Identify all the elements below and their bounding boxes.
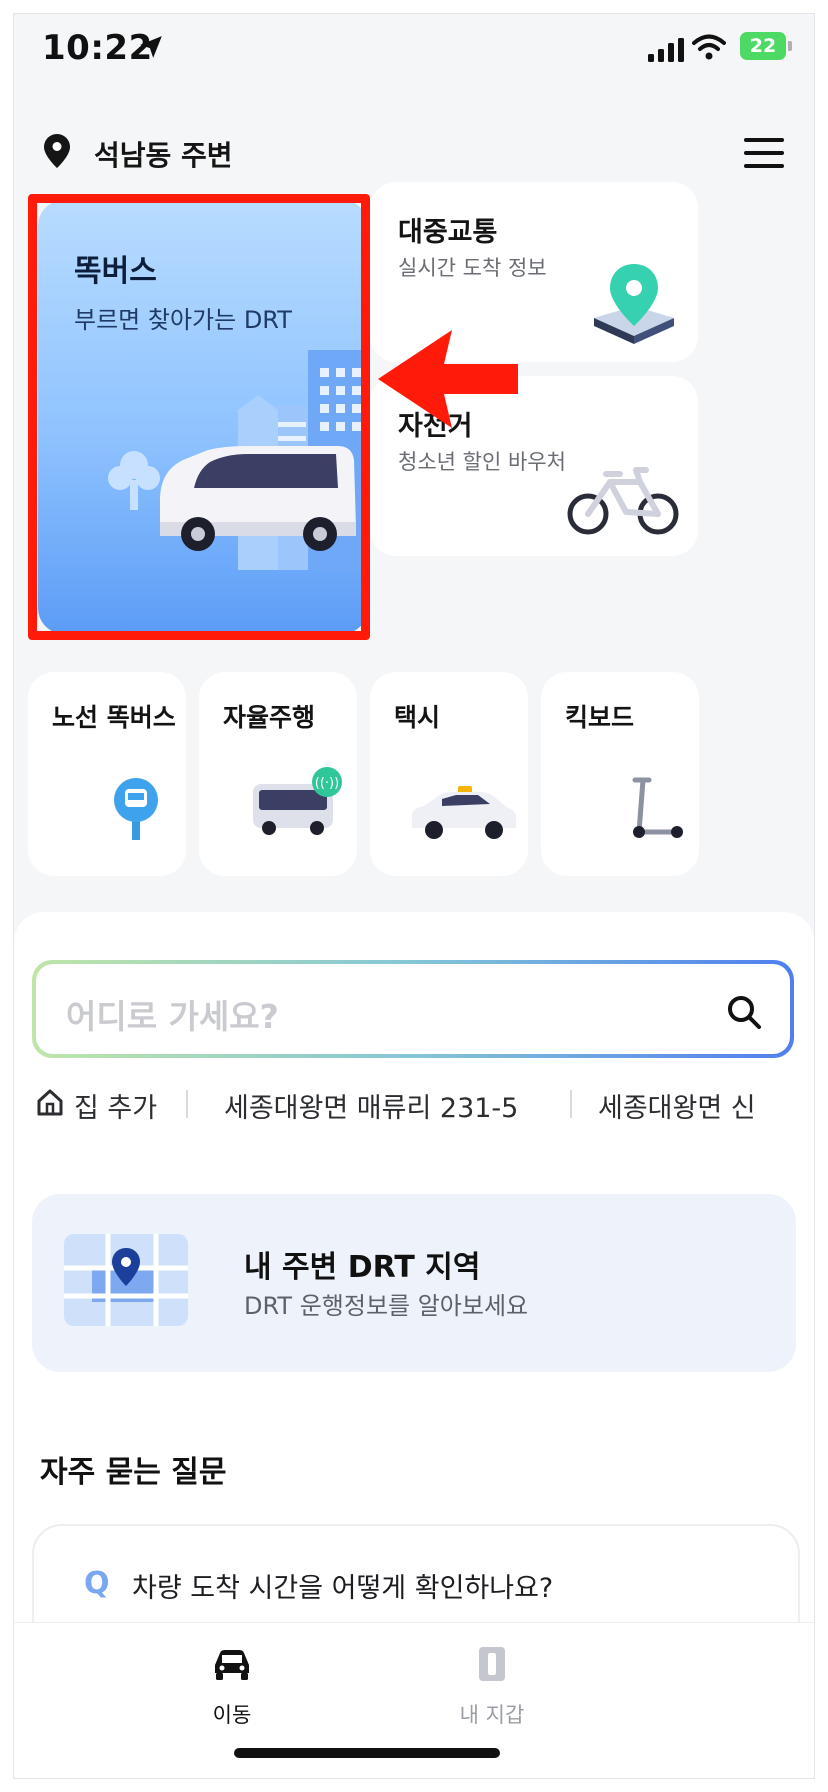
drt-banner-subtitle: DRT 운행정보를 알아보세요 bbox=[244, 1292, 529, 1320]
current-location[interactable]: 석남동 주변 bbox=[94, 134, 233, 174]
kickboard-icon bbox=[632, 777, 683, 838]
car-icon bbox=[215, 1650, 249, 1680]
kickboard-card[interactable]: 킥보드 bbox=[541, 672, 699, 876]
tab-wallet[interactable]: 내 지갑 bbox=[432, 1643, 552, 1729]
red-arrow-annotation bbox=[378, 330, 518, 428]
map-pin-icon bbox=[594, 264, 674, 344]
bicycle-icon bbox=[567, 467, 679, 535]
svg-text:((·)): ((·)) bbox=[315, 776, 339, 791]
drt-area-banner[interactable]: 내 주변 DRT 지역 DRT 운행정보를 알아보세요 bbox=[32, 1194, 796, 1372]
faq-title: 자주 묻는 질문 bbox=[40, 1455, 227, 1490]
taxi-title: 택시 bbox=[394, 703, 441, 732]
autonomous-shuttle-icon: ((·)) bbox=[253, 767, 342, 835]
wallet-icon bbox=[479, 1647, 505, 1681]
status-time: 10:22 bbox=[42, 28, 153, 68]
search-placeholder: 어디로 가세요? bbox=[66, 997, 279, 1036]
taxi-icon bbox=[412, 786, 516, 839]
recent-place-item[interactable]: 세종대왕면 매류리 231-5 bbox=[224, 1086, 518, 1125]
recent-places: 집 추가 세종대왕면 매류리 231-5 세종대왕면 신 bbox=[14, 1080, 814, 1126]
route-ttokbus-card[interactable]: 노선 똑버스 bbox=[28, 672, 186, 876]
highlight-annotation bbox=[28, 194, 370, 640]
autonomous-driving-title: 자율주행 bbox=[223, 703, 316, 732]
home-icon[interactable] bbox=[36, 1088, 64, 1116]
wifi-icon bbox=[692, 34, 726, 60]
bicycle-subtitle: 청소년 할인 바우처 bbox=[398, 450, 566, 474]
public-transit-subtitle: 실시간 도착 정보 bbox=[398, 256, 547, 280]
location-arrow-icon bbox=[140, 36, 162, 58]
search-bar[interactable]: 어디로 가세요? bbox=[32, 960, 794, 1058]
cellular-signal-icon bbox=[648, 38, 684, 62]
app-screen: 10:22 22 석남동 주변 똑버스 부르면 찾아가는 DRT 대중교통 실시… bbox=[14, 14, 814, 1778]
menu-icon[interactable] bbox=[744, 138, 784, 168]
autonomous-driving-card[interactable]: 자율주행 ((·)) bbox=[199, 672, 357, 876]
faq-question: 차량 도착 시간을 어떻게 확인하나요? bbox=[132, 1573, 554, 1604]
public-transit-title: 대중교통 bbox=[398, 217, 498, 248]
drt-banner-title: 내 주변 DRT 지역 bbox=[244, 1250, 481, 1285]
tab-move-label: 이동 bbox=[212, 1703, 252, 1727]
bus-stop-icon bbox=[114, 778, 158, 840]
route-ttokbus-title: 노선 똑버스 bbox=[52, 703, 176, 732]
battery-icon: 22 bbox=[740, 32, 792, 60]
home-indicator bbox=[234, 1748, 500, 1758]
search-icon[interactable] bbox=[726, 994, 762, 1030]
header: 석남동 주변 bbox=[14, 114, 814, 174]
location-pin-icon[interactable] bbox=[44, 134, 70, 168]
taxi-card[interactable]: 택시 bbox=[370, 672, 528, 876]
drt-map-icon bbox=[64, 1234, 188, 1326]
tab-wallet-label: 내 지갑 bbox=[459, 1703, 525, 1727]
kickboard-title: 킥보드 bbox=[565, 703, 635, 732]
add-home-button[interactable]: 집 추가 bbox=[74, 1086, 157, 1125]
question-mark-label: Q bbox=[84, 1566, 110, 1601]
recent-place-item[interactable]: 세종대왕면 신 bbox=[598, 1086, 756, 1125]
status-bar: 10:22 22 bbox=[14, 14, 814, 84]
battery-level: 22 bbox=[740, 32, 786, 60]
tab-move[interactable]: 이동 bbox=[172, 1643, 292, 1729]
